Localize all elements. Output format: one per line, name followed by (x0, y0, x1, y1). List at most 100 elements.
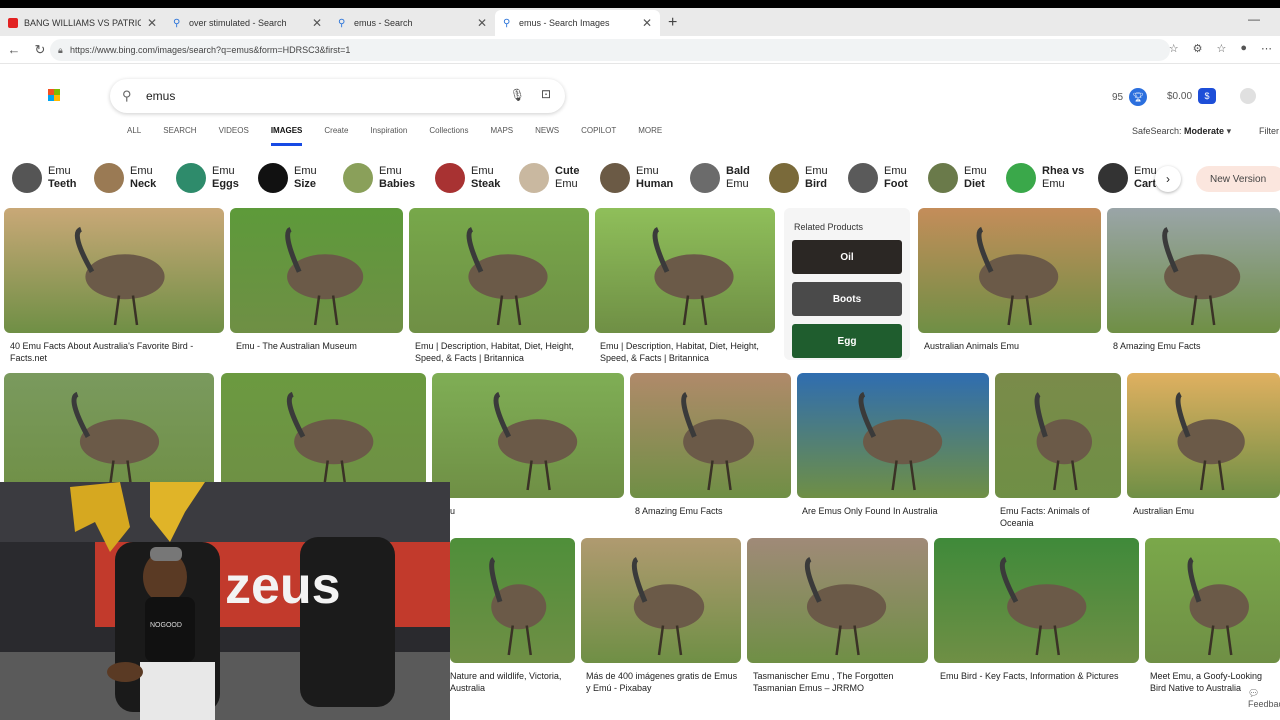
tab-create[interactable]: Create (324, 126, 348, 146)
image-result[interactable] (1127, 373, 1280, 498)
related-search-pill[interactable]: Emu Teeth (0, 160, 82, 196)
bing-header: ⚲ emus 🎙︎ ⊡ 95 🏆︎ $0.00 $ ALL SEARCH VID… (0, 64, 1280, 156)
close-icon[interactable]: ✕ (147, 16, 157, 30)
rewards-counter[interactable]: 95 🏆︎ (1112, 88, 1148, 106)
related-search-pill[interactable]: Emu Eggs (164, 160, 246, 196)
minimize-icon[interactable]: — (1248, 12, 1260, 26)
image-result[interactable] (4, 373, 214, 498)
tab-news[interactable]: NEWS (535, 126, 559, 146)
image-result-caption[interactable]: 40 Emu Facts About Australia's Favorite … (10, 340, 210, 364)
tab-search-emus[interactable]: ⚲ emus - Search ✕ (330, 10, 495, 36)
url-field[interactable]: 🔒︎ https://www.bing.com/images/search?q=… (50, 39, 1170, 61)
refresh-icon[interactable]: ↻ (32, 42, 48, 58)
related-product-oil[interactable]: Oil (792, 240, 902, 274)
related-search-pill[interactable]: Emu Size (246, 160, 331, 196)
close-icon[interactable]: ✕ (642, 16, 652, 30)
browser-tab-strip: BANG WILLIAMS VS PATRICK OKI ✕ ⚲ over st… (0, 8, 1280, 36)
related-search-pill[interactable]: Bald Emu (678, 160, 757, 196)
image-result[interactable] (1145, 538, 1280, 663)
image-result-caption[interactable]: u (450, 505, 470, 517)
image-result-caption[interactable]: Emu Facts: Animals of Oceania (1000, 505, 1115, 529)
image-result-caption[interactable]: Emu - The Australian Museum (236, 340, 406, 352)
pill-thumbnail (928, 163, 958, 193)
image-result-caption[interactable]: Emu | Description, Habitat, Diet, Height… (415, 340, 590, 364)
image-result[interactable] (995, 373, 1121, 498)
image-result-caption[interactable]: Nature and wildlife, Victoria, Australia (450, 670, 575, 694)
related-search-pill[interactable]: Emu Steak (423, 160, 507, 196)
image-result[interactable] (918, 208, 1101, 333)
related-product-boots[interactable]: Boots (792, 282, 902, 316)
chevron-right-icon[interactable]: › (1155, 166, 1181, 192)
image-result-caption[interactable]: Australian Animals Emu (924, 340, 1099, 352)
url-text: https://www.bing.com/images/search?q=emu… (70, 45, 351, 55)
more-menu-icon[interactable]: ⋯ (1261, 42, 1272, 55)
safesearch-dropdown[interactable]: SafeSearch: Moderate ▾ (1132, 126, 1231, 137)
related-search-pill[interactable]: Emu Babies (331, 160, 423, 196)
collections-icon[interactable]: ☆ (1216, 42, 1226, 55)
related-search-pill[interactable]: Emu Neck (82, 160, 164, 196)
tab-search[interactable]: SEARCH (163, 126, 196, 146)
image-result-caption[interactable]: Más de 400 imágenes gratis de Emus y Emú… (586, 670, 741, 694)
image-result[interactable] (595, 208, 775, 333)
image-result[interactable] (747, 538, 928, 663)
filter-button[interactable]: Filter (1259, 126, 1279, 136)
image-result-caption[interactable]: Emu Bird - Key Facts, Information & Pict… (940, 670, 1135, 682)
close-icon[interactable]: ✕ (312, 16, 322, 30)
tab-more[interactable]: MORE (638, 126, 662, 146)
search-input[interactable]: ⚲ emus 🎙︎ ⊡ (110, 79, 565, 113)
visual-search-icon[interactable]: ⊡ (541, 87, 551, 101)
related-search-pill[interactable]: Cute Emu (507, 160, 588, 196)
back-icon[interactable]: ← (6, 42, 22, 57)
related-search-pill[interactable]: Emu Foot (836, 160, 916, 196)
image-result[interactable] (934, 538, 1139, 663)
related-search-pill[interactable]: Emu Human (588, 160, 678, 196)
feedback-button[interactable]: 💬︎ Feedback (1248, 688, 1280, 709)
image-result[interactable] (450, 538, 575, 663)
tab-videos[interactable]: VIDEOS (219, 126, 249, 146)
pill-label: Emu Human (636, 165, 674, 190)
tab-images[interactable]: IMAGES (270, 126, 303, 146)
image-result-caption[interactable]: 8 Amazing Emu Facts (635, 505, 785, 517)
image-result[interactable] (432, 373, 624, 498)
image-result-caption[interactable]: 8 Amazing Emu Facts (1113, 340, 1278, 352)
microsoft-cashback[interactable]: $0.00 $ (1167, 88, 1217, 104)
lock-icon: 🔒︎ (58, 44, 63, 55)
new-version-button[interactable]: New Version (1196, 166, 1280, 192)
microsoft-logo-icon[interactable] (48, 89, 60, 101)
related-search-pill[interactable]: Emu Carto (1086, 160, 1163, 196)
youtube-icon (8, 18, 18, 28)
related-search-pill[interactable]: Emu Bird (757, 160, 836, 196)
tab-maps[interactable]: MAPS (490, 126, 513, 146)
image-result[interactable] (630, 373, 791, 498)
tab-inspiration[interactable]: Inspiration (370, 126, 407, 146)
extensions-icon[interactable]: ⚙ (1193, 42, 1203, 55)
pill-label: Cute Emu (555, 165, 580, 190)
image-result-caption[interactable]: Tasmanischer Emu , The Forgotten Tasmani… (753, 670, 928, 694)
microphone-icon[interactable]: 🎙︎ (510, 88, 525, 102)
tab-all[interactable]: ALL (127, 126, 141, 146)
favorite-star-icon[interactable]: ☆ (1169, 42, 1179, 55)
image-result[interactable] (797, 373, 989, 498)
image-result[interactable] (581, 538, 741, 663)
image-result[interactable] (409, 208, 589, 333)
related-product-egg[interactable]: Egg (792, 324, 902, 358)
pill-label: Emu Neck (130, 165, 157, 190)
close-icon[interactable]: ✕ (477, 16, 487, 30)
new-tab-button[interactable]: + (668, 14, 677, 32)
account-avatar[interactable] (1240, 88, 1256, 104)
tab-search-over-stimulated[interactable]: ⚲ over stimulated - Search ✕ (165, 10, 330, 36)
image-result[interactable] (230, 208, 403, 333)
image-result-caption[interactable]: Are Emus Only Found In Australia (802, 505, 987, 517)
related-search-pill[interactable]: Emu Diet (916, 160, 994, 196)
image-result[interactable] (4, 208, 224, 333)
image-result-caption[interactable]: Australian Emu (1133, 505, 1273, 517)
image-result-caption[interactable]: Emu | Description, Habitat, Diet, Height… (600, 340, 775, 364)
tab-emus-images[interactable]: ⚲ emus - Search Images ✕ (495, 10, 660, 36)
tab-youtube[interactable]: BANG WILLIAMS VS PATRICK OKI ✕ (0, 10, 165, 36)
image-result[interactable] (221, 373, 426, 498)
image-result[interactable] (1107, 208, 1280, 333)
profile-icon[interactable]: ● (1240, 42, 1247, 55)
related-search-pill[interactable]: Rhea vs Emu (994, 160, 1086, 196)
tab-collections[interactable]: Collections (429, 126, 468, 146)
tab-copilot[interactable]: COPILOT (581, 126, 616, 146)
